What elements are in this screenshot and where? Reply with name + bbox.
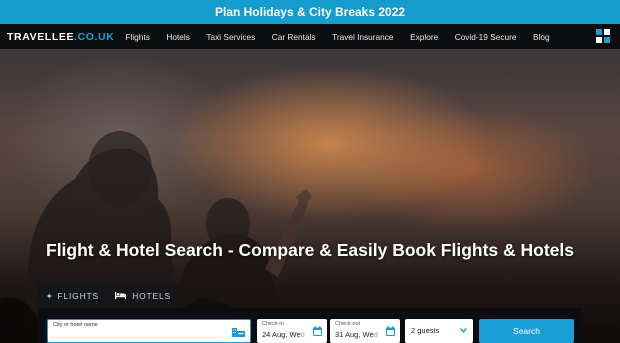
nav-link-blog[interactable]: Blog <box>533 32 550 42</box>
hero-title: Flight & Hotel Search - Compare & Easily… <box>46 240 574 260</box>
nav-link-hotels[interactable]: Hotels <box>166 32 190 42</box>
check-out-value: 31 Aug, Wed <box>335 330 378 339</box>
site-logo[interactable]: TRAVELLEE.CO.UK <box>7 31 114 43</box>
nav-links: Flights Hotels Taxi Services Car Rentals… <box>125 32 566 42</box>
tab-hotels-label: HOTELS <box>132 290 171 301</box>
bed-icon <box>115 291 127 300</box>
logo-main: TRAVELLEE <box>7 30 75 43</box>
main-navbar: TRAVELLEE.CO.UK Flights Hotels Taxi Serv… <box>0 24 620 49</box>
check-in-label: Check-in <box>262 321 284 327</box>
city-input-label: City or hotel name <box>53 322 98 328</box>
nav-link-flights[interactable]: Flights <box>125 32 149 42</box>
search-panel: City or hotel name Check-in 24 Aug, Wed <box>38 308 582 343</box>
logo-suffix: .CO.UK <box>74 30 115 43</box>
search-button[interactable]: Search <box>479 319 574 343</box>
promo-text: Plan Holidays & City Breaks 2022 <box>214 5 406 19</box>
search-tabs: FLIGHTS HOTELS <box>38 283 179 308</box>
check-out-label: Check-out <box>335 321 361 327</box>
promo-banner: Plan Holidays & City Breaks 2022 <box>0 0 620 24</box>
nav-link-explore[interactable]: Explore <box>410 32 438 42</box>
grid-menu-icon[interactable] <box>596 29 610 43</box>
hero-section: Flight & Hotel Search - Compare & Easily… <box>0 49 620 343</box>
tab-flights[interactable]: FLIGHTS <box>38 283 107 308</box>
airplane-icon <box>46 293 52 298</box>
check-in-value: 24 Aug, Wed <box>262 330 305 339</box>
chevron-down-icon <box>460 328 467 333</box>
tab-hotels[interactable]: HOTELS <box>107 283 179 308</box>
calendar-icon <box>386 326 395 336</box>
city-or-hotel-input[interactable]: City or hotel name <box>47 319 251 343</box>
nav-link-travel-insurance[interactable]: Travel Insurance <box>332 32 394 42</box>
nav-link-car-rentals[interactable]: Car Rentals <box>272 32 316 42</box>
tab-flights-label: FLIGHTS <box>57 290 99 301</box>
guests-value: 2 guests <box>411 326 440 335</box>
hotel-building-icon <box>232 328 245 337</box>
nav-link-covid-secure[interactable]: Covid-19 Secure <box>455 32 517 42</box>
nav-link-taxi-services[interactable]: Taxi Services <box>206 32 255 42</box>
check-out-date-field[interactable]: Check-out 31 Aug, Wed <box>330 319 400 343</box>
guests-select[interactable]: 2 guests <box>405 319 473 343</box>
calendar-icon <box>313 326 322 336</box>
check-in-date-field[interactable]: Check-in 24 Aug, Wed <box>257 319 327 343</box>
